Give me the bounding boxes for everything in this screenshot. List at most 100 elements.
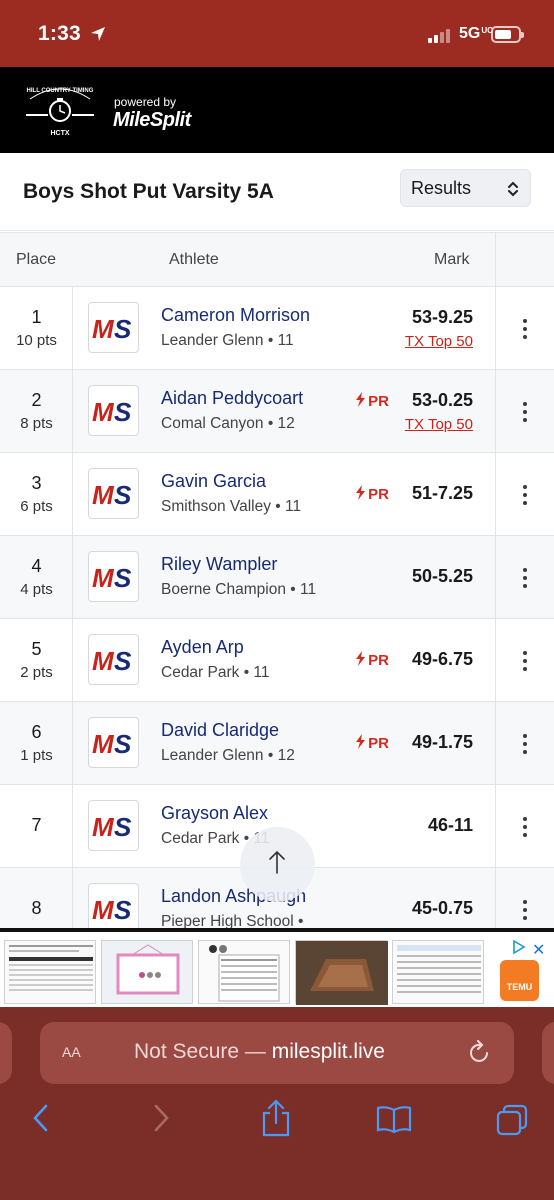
athlete-name-link[interactable]: Riley Wampler (161, 554, 277, 575)
svg-text:HCTX: HCTX (50, 130, 69, 137)
team-logo[interactable]: MS (88, 385, 139, 436)
temu-logo[interactable]: TEMU (500, 960, 539, 1001)
athlete-name-link[interactable]: Gavin Garcia (161, 471, 266, 492)
ad-thumbnail[interactable] (295, 940, 388, 1005)
athlete-team: Pieper High School • (161, 913, 304, 928)
place-number: 5 (31, 639, 42, 659)
place-cell: 7 (0, 785, 73, 867)
athlete-name-link[interactable]: Aidan Peddycoart (161, 388, 303, 409)
close-icon[interactable]: ✕ (532, 940, 545, 960)
chevron-updown-icon (508, 181, 518, 197)
column-header-athlete: Athlete (169, 251, 219, 268)
view-select[interactable]: Results (400, 169, 531, 207)
ad-banner[interactable]: ✕ TEMU (0, 928, 554, 1007)
svg-text:M: M (92, 397, 115, 426)
forward-icon[interactable] (150, 1103, 172, 1133)
table-row[interactable]: 4 4 pts M S Riley Wampler Boerne Champion • 1… (0, 536, 554, 619)
ad-thumbnail[interactable] (198, 940, 290, 1004)
mark-value: 45-0.75 (411, 898, 473, 918)
mark-value: 46-11 (427, 815, 473, 835)
ad-thumbnail[interactable] (392, 940, 484, 1004)
kebab-menu-icon[interactable] (510, 731, 540, 757)
place-number: 3 (31, 473, 42, 493)
table-row[interactable]: 6 1 pts M S David Claridge Leander Glenn • 12… (0, 702, 554, 785)
team-logo[interactable]: MS (88, 302, 139, 353)
table-row[interactable]: 5 2 pts M S Ayden Arp Cedar Park • 11 49-6.75 P… (0, 619, 554, 702)
place-number: 6 (31, 722, 42, 742)
kebab-menu-icon[interactable] (510, 814, 540, 840)
column-header-mark: Mark (434, 251, 470, 268)
athlete-team: Leander Glenn • 12 (161, 747, 295, 764)
svg-text:M: M (92, 480, 115, 509)
honor-link[interactable]: TX Top 50 (405, 416, 473, 433)
kebab-menu-icon[interactable] (510, 482, 540, 508)
svg-text:S: S (114, 895, 132, 924)
team-logo[interactable]: MS (88, 551, 139, 602)
refresh-icon[interactable] (468, 1040, 492, 1066)
team-logo[interactable]: MS (88, 883, 139, 928)
athlete-name-link[interactable]: David Claridge (161, 720, 279, 741)
kebab-menu-icon[interactable] (510, 648, 540, 674)
team-logo[interactable]: MS (88, 800, 139, 851)
place-points: 1 pts (20, 747, 53, 764)
status-bar: 1:33 5GUC (0, 0, 554, 67)
mark-value: 53-0.25 (411, 390, 473, 410)
svg-text:S: S (114, 314, 132, 343)
location-arrow-icon (91, 27, 105, 41)
place-number: 4 (31, 556, 42, 576)
svg-text:S: S (114, 646, 132, 675)
kebab-menu-icon[interactable] (510, 897, 540, 923)
athlete-team: Smithson Valley • 11 (161, 498, 302, 515)
back-icon[interactable] (30, 1103, 52, 1133)
place-number: 7 (31, 815, 42, 835)
athlete-team: Boerne Champion • 11 (161, 581, 317, 598)
kebab-menu-icon[interactable] (510, 399, 540, 425)
place-cell: 5 2 pts (0, 619, 73, 701)
hill-country-timing-logo[interactable]: HILL COUNTRY TIMING HCTX (22, 77, 98, 143)
signal-icon (428, 27, 454, 43)
adchoices-icon[interactable] (510, 939, 526, 955)
next-tab-peek[interactable] (542, 1022, 554, 1084)
bookmarks-icon[interactable] (376, 1105, 412, 1133)
honor-link[interactable]: TX Top 50 (405, 333, 473, 350)
pr-badge: PR (355, 392, 389, 410)
ad-thumbnail[interactable] (101, 940, 193, 1004)
table-row[interactable]: 1 10 pts M S Cameron Morrison Leander Glenn •… (0, 287, 554, 370)
network-label: 5GUC (459, 25, 493, 42)
site-header: HILL COUNTRY TIMING HCTX powered by Mile… (0, 67, 554, 153)
address-bar[interactable]: AA Not Secure — milesplit.live (40, 1022, 514, 1084)
share-icon[interactable] (260, 1099, 292, 1137)
tabs-icon[interactable] (495, 1103, 529, 1137)
svg-text:M: M (92, 314, 115, 343)
team-logo[interactable]: MS (88, 468, 139, 519)
text-size-button[interactable]: AA (62, 1041, 81, 1063)
mark-value: 49-6.75 (411, 649, 473, 669)
mark-value: 53-9.25 (411, 307, 473, 327)
place-cell: 3 6 pts (0, 453, 73, 535)
column-header-place: Place (16, 251, 57, 268)
powered-by-label: powered by (114, 95, 177, 109)
athlete-name-link[interactable]: Ayden Arp (161, 637, 244, 658)
previous-tab-peek[interactable] (0, 1022, 12, 1084)
svg-text:M: M (92, 563, 115, 592)
table-row[interactable]: 3 6 pts M S Gavin Garcia Smithson Valley • 11… (0, 453, 554, 536)
kebab-menu-icon[interactable] (510, 316, 540, 342)
athlete-team: Leander Glenn • 11 (161, 332, 294, 349)
scroll-to-top-button[interactable] (240, 827, 315, 902)
svg-text:S: S (114, 812, 132, 841)
status-time: 1:33 (38, 22, 81, 45)
athlete-team: Cedar Park • 11 (161, 664, 270, 681)
athlete-name-link[interactable]: Cameron Morrison (161, 305, 310, 326)
team-logo[interactable]: MS (88, 717, 139, 768)
battery-icon (491, 26, 524, 43)
milesplit-logo[interactable]: MileSplit (113, 109, 191, 132)
kebab-menu-icon[interactable] (510, 565, 540, 591)
athlete-name-link[interactable]: Grayson Alex (161, 803, 268, 824)
table-row[interactable]: 2 8 pts M S Aidan Peddycoart Comal Canyon • 1… (0, 370, 554, 453)
ad-thumbnail[interactable] (4, 940, 96, 1004)
url-text[interactable]: Not Secure — milesplit.live (134, 1040, 385, 1064)
place-points: 8 pts (20, 415, 53, 432)
svg-text:M: M (92, 812, 115, 841)
svg-text:M: M (92, 895, 115, 924)
team-logo[interactable]: MS (88, 634, 139, 685)
